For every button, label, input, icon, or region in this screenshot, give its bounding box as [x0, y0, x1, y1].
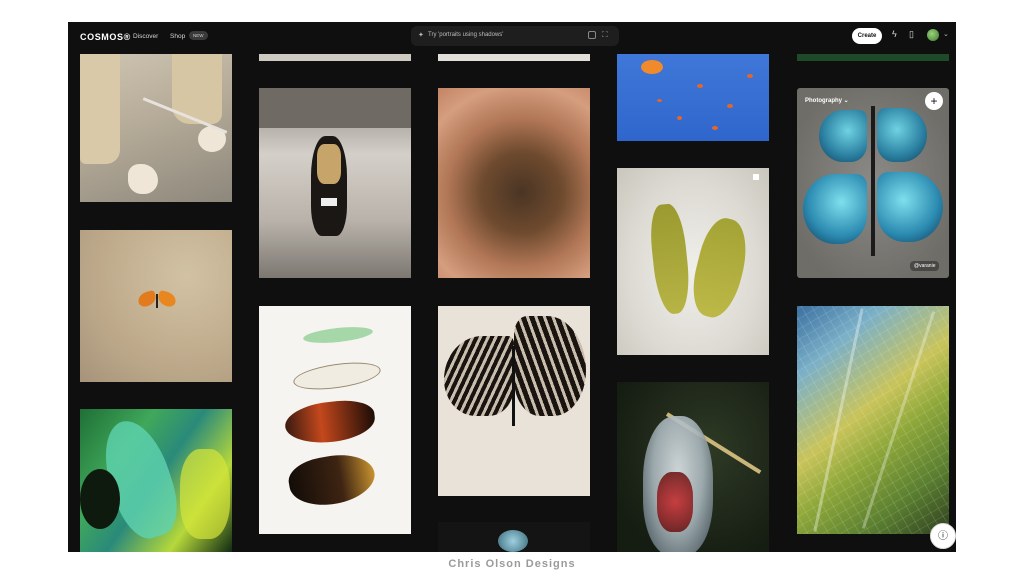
image-tile-green-shoes[interactable] [617, 168, 769, 355]
image-tile-butterfly-sand[interactable] [80, 230, 232, 382]
image-tile-partial-3[interactable] [438, 522, 590, 552]
search-placeholder: Try 'portraits using shadows' [428, 32, 504, 38]
image-tile-wings-collection[interactable] [259, 306, 411, 534]
image-tile-partial-4[interactable] [797, 54, 949, 61]
image-tile-loafer[interactable] [259, 88, 411, 278]
create-button[interactable]: Create [852, 28, 882, 44]
nav-shop[interactable]: Shop [170, 33, 185, 40]
search-bar[interactable]: ✦ Try 'portraits using shadows' ⛶ [411, 26, 619, 46]
add-button[interactable]: + [925, 92, 943, 110]
bolt-icon[interactable]: ϟ [892, 29, 897, 39]
shop-new-badge: NEW [189, 31, 208, 40]
expand-icon[interactable]: ⛶ [602, 30, 608, 40]
image-tile-blue-butterflies[interactable]: Photography ⌄ + @varanie [797, 88, 949, 278]
watermark: Chris Olson Designs [448, 558, 576, 570]
info-icon[interactable]: ⓘ [930, 523, 956, 549]
image-tile-partial[interactable] [259, 54, 411, 61]
image-tile-chrysalis[interactable] [617, 382, 769, 552]
nav-discover[interactable]: Discover [133, 33, 158, 40]
category-dropdown[interactable]: Photography ⌄ [805, 97, 849, 104]
app-window: COSMOS® Discover Shop NEW ✦ Try 'portrai… [68, 22, 956, 552]
sparkle-icon: ✦ [418, 32, 424, 39]
bookmark-icon[interactable]: ▯ [909, 29, 914, 40]
credit-label[interactable]: @varanie [910, 261, 940, 271]
image-tile-green-wing[interactable] [80, 409, 232, 552]
chevron-down-icon[interactable]: ⌄ [943, 30, 949, 38]
image-tile-dragonfly-wing[interactable] [797, 306, 949, 534]
logo[interactable]: COSMOS® [80, 32, 131, 42]
image-tile-partial-2[interactable] [438, 54, 590, 61]
avatar[interactable] [927, 29, 939, 41]
image-tile-legs-sandals[interactable] [80, 54, 232, 202]
image-icon[interactable] [588, 31, 596, 39]
image-tile-flower[interactable] [438, 88, 590, 278]
image-tile-butterflies-sky[interactable] [617, 54, 769, 141]
top-navigation: COSMOS® Discover Shop NEW ✦ Try 'portrai… [68, 22, 956, 54]
image-tile-paper-butterfly[interactable] [438, 306, 590, 496]
